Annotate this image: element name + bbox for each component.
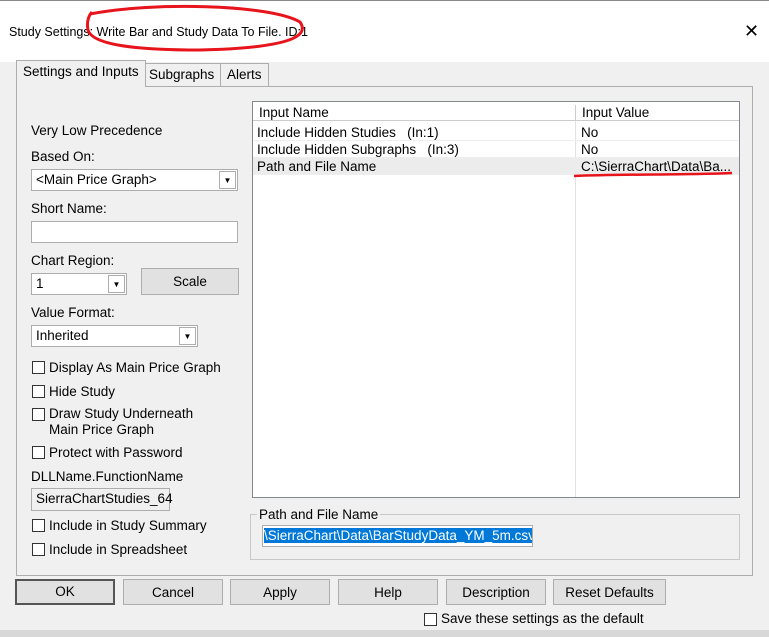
path-group-label: Path and File Name bbox=[257, 507, 381, 522]
protect-password-checkbox[interactable] bbox=[32, 446, 45, 459]
dll-label: DLLName.FunctionName bbox=[31, 469, 184, 484]
chevron-down-icon: ▼ bbox=[219, 171, 236, 189]
input-name: Path and File Name bbox=[257, 159, 377, 174]
include-summary-label: Include in Study Summary bbox=[49, 518, 207, 533]
chevron-down-icon: ▼ bbox=[179, 327, 196, 345]
cancel-button[interactable]: Cancel bbox=[123, 579, 223, 605]
path-input[interactable]: \SierraChart\Data\BarStudyData_YM_5m.csv bbox=[262, 525, 533, 547]
path-input-value: \SierraChart\Data\BarStudyData_YM_5m.csv bbox=[264, 528, 533, 543]
protect-password-label: Protect with Password bbox=[49, 445, 183, 460]
draw-underneath-checkbox[interactable] bbox=[32, 408, 45, 421]
input-name: Include Hidden Studies (In:1) bbox=[257, 125, 439, 140]
scale-button[interactable]: Scale bbox=[141, 268, 239, 295]
table-row[interactable]: Include Hidden Subgraphs (In:3) No bbox=[253, 141, 739, 158]
chart-region-select[interactable]: 1 ▼ bbox=[31, 273, 127, 295]
draw-underneath-label-2: Main Price Graph bbox=[49, 422, 155, 437]
based-on-label: Based On: bbox=[31, 149, 95, 164]
inputs-grid[interactable]: Input Name Input Value Include Hidden St… bbox=[252, 101, 740, 498]
value-format-value: Inherited bbox=[36, 328, 89, 343]
header-input-name[interactable]: Input Name bbox=[259, 105, 329, 120]
hide-study-label: Hide Study bbox=[49, 384, 116, 399]
input-value: No bbox=[581, 125, 599, 140]
grid-header: Input Name Input Value bbox=[253, 102, 739, 121]
table-row[interactable]: Include Hidden Studies (In:1) No bbox=[253, 124, 739, 141]
chevron-down-icon: ▼ bbox=[108, 275, 125, 293]
background-strip bbox=[0, 630, 769, 637]
close-icon[interactable]: ✕ bbox=[744, 21, 759, 42]
include-summary-checkbox[interactable] bbox=[32, 519, 45, 532]
based-on-select[interactable]: <Main Price Graph> ▼ bbox=[31, 169, 238, 191]
title-bar: Study Settings: Write Bar and Study Data… bbox=[0, 0, 769, 62]
hide-study-checkbox[interactable] bbox=[32, 385, 45, 398]
help-button[interactable]: Help bbox=[338, 579, 438, 605]
based-on-value: <Main Price Graph> bbox=[36, 172, 157, 187]
chart-region-label: Chart Region: bbox=[31, 253, 115, 268]
chart-region-value: 1 bbox=[36, 276, 44, 291]
table-row-selected[interactable]: Path and File Name C:\SierraChart\Data\B… bbox=[253, 158, 739, 175]
short-name-input[interactable] bbox=[31, 221, 238, 243]
precedence-label: Very Low Precedence bbox=[31, 123, 163, 138]
window-title: Study Settings: Write Bar and Study Data… bbox=[9, 25, 308, 39]
input-value: No bbox=[581, 142, 599, 157]
dll-input[interactable]: SierraChartStudies_64 bbox=[31, 488, 173, 511]
tab-alerts[interactable]: Alerts bbox=[220, 63, 269, 86]
draw-underneath-label: Draw Study Underneath bbox=[49, 406, 194, 421]
input-name: Include Hidden Subgraphs (In:3) bbox=[257, 142, 459, 157]
display-as-main-label: Display As Main Price Graph bbox=[49, 360, 221, 375]
tab-settings-and-inputs[interactable]: Settings and Inputs bbox=[16, 60, 146, 87]
reset-defaults-button[interactable]: Reset Defaults bbox=[553, 579, 666, 605]
ok-button[interactable]: OK bbox=[15, 579, 115, 605]
header-input-value[interactable]: Input Value bbox=[575, 105, 649, 120]
save-default-label: Save these settings as the default bbox=[441, 611, 644, 626]
save-default-checkbox[interactable] bbox=[424, 613, 437, 626]
input-value: C:\SierraChart\Data\Ba... bbox=[581, 159, 732, 174]
apply-button[interactable]: Apply bbox=[230, 579, 330, 605]
include-spreadsheet-checkbox[interactable] bbox=[32, 543, 45, 556]
tab-subgraphs[interactable]: Subgraphs bbox=[142, 63, 222, 86]
display-as-main-checkbox[interactable] bbox=[32, 361, 45, 374]
value-format-label: Value Format: bbox=[31, 305, 115, 320]
description-button[interactable]: Description bbox=[446, 579, 546, 605]
include-spreadsheet-label: Include in Spreadsheet bbox=[49, 542, 188, 557]
value-format-select[interactable]: Inherited ▼ bbox=[31, 325, 198, 347]
short-name-label: Short Name: bbox=[31, 201, 107, 216]
